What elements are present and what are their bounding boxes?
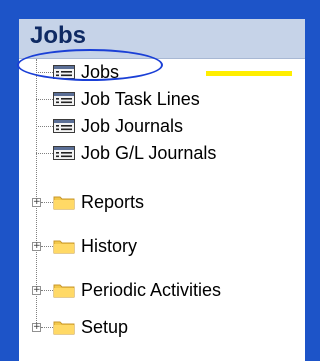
annotation-highlight-bar xyxy=(206,71,292,76)
tree-item-label: Setup xyxy=(81,316,129,337)
pane-title: Jobs xyxy=(30,22,87,49)
tree-item-label: Job Journals xyxy=(81,115,184,136)
tree-item-label: Job G/L Journals xyxy=(81,142,217,163)
tree-item-label: Periodic Activities xyxy=(81,279,222,300)
tree-item-job-task-lines[interactable]: Job Task Lines xyxy=(53,86,200,112)
tree-item-label: Reports xyxy=(81,191,145,212)
tree-item-reports[interactable]: Reports xyxy=(53,189,144,215)
navigation-tree: Jobs Job Task Lines Job Journals Job G/L… xyxy=(19,59,305,361)
folder-icon xyxy=(53,284,75,298)
tree-item-job-gl-journals[interactable]: Job G/L Journals xyxy=(53,140,216,166)
list-page-icon xyxy=(53,92,75,106)
list-page-icon xyxy=(53,146,75,160)
expand-periodic-activities-button[interactable]: + xyxy=(32,286,41,295)
expand-history-button[interactable]: + xyxy=(32,242,41,251)
tree-item-setup[interactable]: Setup xyxy=(53,314,128,340)
tree-item-label: Job Task Lines xyxy=(81,88,200,109)
expand-setup-button[interactable]: + xyxy=(32,323,41,332)
list-page-icon xyxy=(53,119,75,133)
tree-item-periodic-activities[interactable]: Periodic Activities xyxy=(53,277,221,303)
tree-item-label: History xyxy=(81,235,138,256)
tree-item-history[interactable]: History xyxy=(53,233,137,259)
annotation-circle xyxy=(17,49,163,81)
folder-icon xyxy=(53,196,75,210)
tree-item-job-journals[interactable]: Job Journals xyxy=(53,113,183,139)
folder-icon xyxy=(53,321,75,335)
folder-icon xyxy=(53,240,75,254)
screenshot-root: { "pane": { "title": "Jobs" }, "tree": {… xyxy=(0,0,305,361)
expand-reports-button[interactable]: + xyxy=(32,198,41,207)
